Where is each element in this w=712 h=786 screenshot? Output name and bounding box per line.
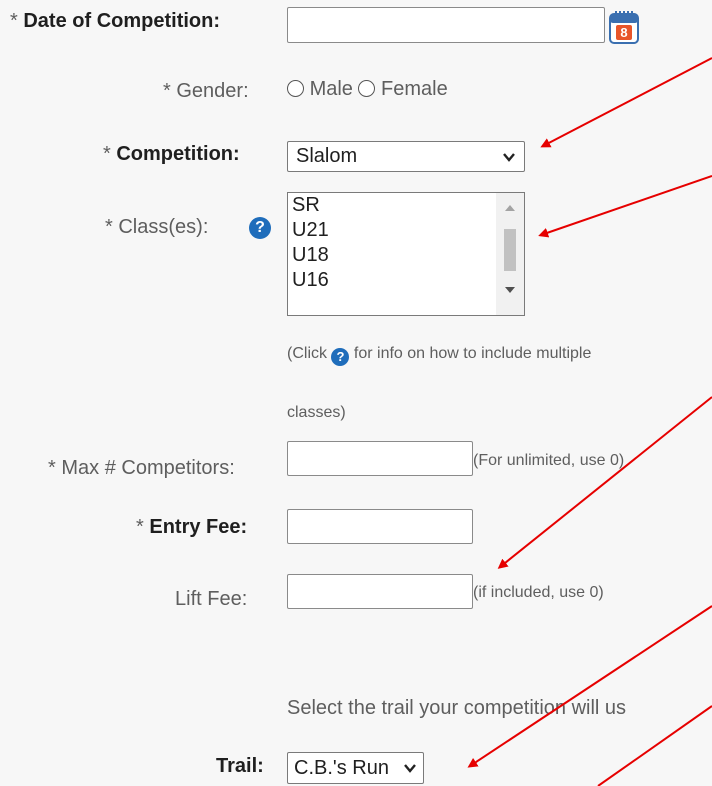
- arrow-to-trail: [467, 605, 712, 768]
- arrow-bottom: [597, 705, 712, 786]
- arrow-to-lift-fee: [497, 396, 712, 569]
- arrow-to-competition: [540, 57, 712, 148]
- arrow-to-classes: [538, 175, 712, 238]
- annotation-arrows: [467, 57, 712, 786]
